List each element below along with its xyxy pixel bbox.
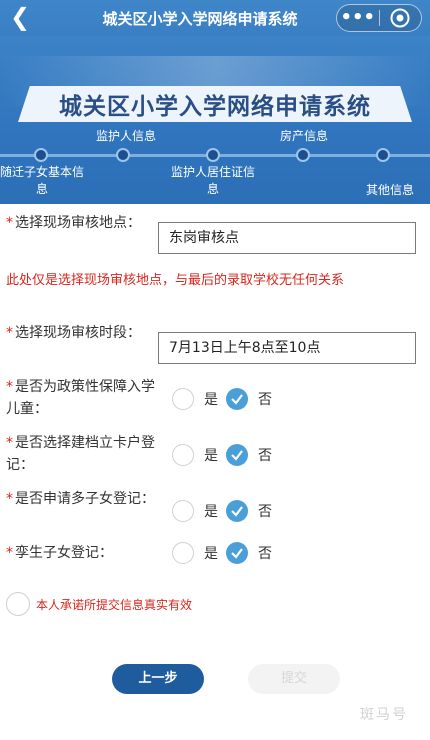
radio-no-checked[interactable]	[226, 444, 248, 466]
radio-yes[interactable]	[172, 444, 194, 466]
required-mark: *	[6, 325, 13, 341]
radio-yes[interactable]	[172, 500, 194, 522]
check-icon	[231, 506, 243, 517]
radio-no-checked[interactable]	[226, 388, 248, 410]
question-label: * 是否申请多子女登记：	[6, 488, 164, 510]
radio-no-label: 否	[258, 504, 272, 520]
step-dot-5	[376, 148, 390, 162]
question-label-text: 是否申请多子女登记：	[15, 491, 155, 507]
close-target-icon[interactable]	[379, 7, 421, 29]
step-label-residence-permit: 监护人居住证信息	[170, 165, 255, 196]
radio-yes-label: 是	[204, 448, 218, 464]
radio-no-checked[interactable]	[226, 500, 248, 522]
banner-title-plate: 城关区小学入学网络申请系统	[18, 86, 412, 122]
time-label-text: 选择现场审核时段：	[15, 325, 141, 341]
site-label-text: 选择现场审核地点：	[15, 215, 141, 231]
radio-yes-label: 是	[204, 504, 218, 520]
radio-group: 是 否	[172, 388, 280, 410]
radio-no-label: 否	[258, 448, 272, 464]
nav-bar: ❮ 城关区小学入学网络申请系统 •••	[0, 0, 430, 36]
time-label: * 选择现场审核时段：	[6, 322, 164, 344]
question-label-text: 是否为政策性保障入学儿童：	[6, 379, 155, 417]
watermark: 斑马号	[360, 707, 408, 723]
time-input[interactable]: 7月13日上午8点至10点	[158, 332, 416, 364]
site-notice: 此处仅是选择现场审核地点，与最后的录取学校无任何关系	[6, 273, 345, 288]
step-label-guardian-info: 监护人信息	[95, 129, 156, 143]
check-icon	[231, 548, 243, 559]
check-icon	[231, 450, 243, 461]
agree-text: 本人承诺所提交信息真实有效	[36, 597, 193, 612]
question-label: * 是否为政策性保障入学儿童：	[6, 376, 164, 420]
radio-yes[interactable]	[172, 388, 194, 410]
banner-title: 城关区小学入学网络申请系统	[59, 94, 371, 120]
question-label: * 孪生子女登记：	[6, 542, 164, 564]
required-mark: *	[6, 379, 13, 395]
step-dot-1	[34, 148, 48, 162]
radio-no-label: 否	[258, 546, 272, 562]
step-label-property-info: 房产信息	[279, 129, 328, 143]
step-label-other-info: 其他信息	[365, 183, 414, 197]
agree-checkbox[interactable]	[6, 592, 30, 616]
required-mark: *	[6, 435, 13, 451]
radio-yes-label: 是	[204, 392, 218, 408]
check-icon	[231, 394, 243, 405]
required-mark: *	[6, 491, 13, 507]
site-input[interactable]: 东岗审核点	[158, 222, 416, 254]
nav-title: 城关区小学入学网络申请系统	[102, 10, 298, 28]
radio-yes[interactable]	[172, 542, 194, 564]
radio-no-label: 否	[258, 392, 272, 408]
radio-yes-label: 是	[204, 546, 218, 562]
mini-program-capsule: •••	[336, 4, 422, 32]
back-icon[interactable]: ❮	[6, 4, 34, 32]
submit-button[interactable]: 提交	[248, 664, 340, 694]
radio-no-checked[interactable]	[226, 542, 248, 564]
required-mark: *	[6, 545, 13, 561]
question-label-text: 是否选择建档立卡户登记：	[6, 435, 155, 473]
required-mark: *	[6, 215, 13, 231]
question-label-text: 孪生子女登记：	[15, 545, 113, 561]
radio-group: 是 否	[172, 444, 280, 466]
step-dot-4	[296, 148, 310, 162]
radio-group: 是 否	[172, 500, 280, 522]
banner: 城关区小学入学网络申请系统 随迁子女基本信息 监护人信息 监护人居住证信息 房产…	[0, 36, 430, 204]
more-icon[interactable]: •••	[337, 5, 379, 31]
step-dot-3	[206, 148, 220, 162]
agreement-row: 本人承诺所提交信息真实有效	[6, 592, 192, 616]
prev-step-button[interactable]: 上一步	[112, 664, 204, 694]
radio-group: 是 否	[172, 542, 280, 564]
step-dot-2	[116, 148, 130, 162]
question-label: * 是否选择建档立卡户登记：	[6, 432, 164, 476]
step-label-basic-info: 随迁子女基本信息	[0, 165, 85, 196]
site-label: * 选择现场审核地点：	[6, 212, 164, 234]
